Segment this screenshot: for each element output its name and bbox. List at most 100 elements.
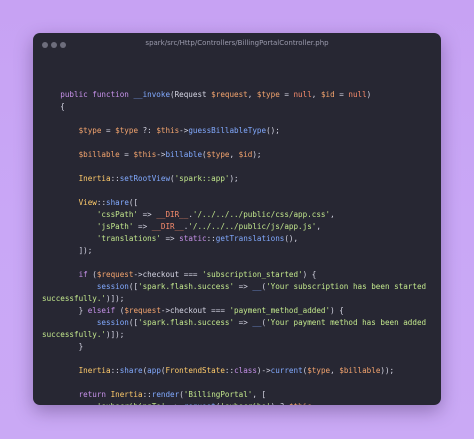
code-line: ]); xyxy=(42,245,437,257)
code-token: $id xyxy=(320,90,335,99)
code-token: setRootView xyxy=(119,174,171,183)
code-token: )); xyxy=(380,366,395,375)
code-line: { xyxy=(42,101,437,113)
code-token: :: xyxy=(206,234,216,243)
code-token: :: xyxy=(142,390,152,399)
code-token: } xyxy=(42,342,84,351)
code-token: if xyxy=(42,270,88,279)
code-line: 'translations' => static::getTranslation… xyxy=(42,233,437,245)
code-token: billable xyxy=(165,150,203,159)
code-token: (); xyxy=(266,126,280,135)
code-token: ([ xyxy=(128,198,139,207)
code-line: View::share([ xyxy=(42,197,437,209)
code-line: $type = $type ?: $this->guessBillableTyp… xyxy=(42,125,437,137)
code-token: null xyxy=(348,90,367,99)
code-token: $type xyxy=(307,366,331,375)
code-token: )-> xyxy=(256,366,271,375)
code-line: session(['spark.flash.success' => __('Yo… xyxy=(42,281,437,293)
code-token: guessBillableType xyxy=(188,126,267,135)
code-token: , xyxy=(311,90,321,99)
code-token: )]); xyxy=(106,294,125,303)
code-token: :: xyxy=(110,366,120,375)
code-token: => xyxy=(138,210,157,219)
code-token: ) { xyxy=(302,270,317,279)
code-token: :: xyxy=(110,174,120,183)
file-path-title: spark/src/Http/Controllers/BillingPortal… xyxy=(145,39,329,47)
code-token: ( xyxy=(115,306,125,315)
code-token: 'BillingPortal' xyxy=(183,390,253,399)
code-token: (Request xyxy=(170,90,212,99)
code-token: getTranslations xyxy=(215,234,285,243)
code-token: __ xyxy=(252,282,262,291)
code-token: $type xyxy=(42,126,102,135)
code-token: => xyxy=(160,234,180,243)
code-token: __DIR__ xyxy=(151,222,184,231)
code-token: elseif xyxy=(87,306,116,315)
code-token: => xyxy=(234,318,253,327)
code-token: $this xyxy=(289,402,312,405)
code-token: ) { xyxy=(330,306,344,315)
code-block[interactable]: public function __invoke(Request $reques… xyxy=(42,89,437,405)
code-token: Inertia xyxy=(42,174,111,183)
code-token: = xyxy=(119,150,134,159)
code-token: __invoke xyxy=(133,90,171,99)
code-token: $request xyxy=(211,90,248,99)
code-token: = xyxy=(334,90,349,99)
code-line: Inertia::setRootView('spark::app'); xyxy=(42,173,437,185)
code-line: 'subscribingTo' => request('subscribe') … xyxy=(42,401,437,405)
code-token: ([ xyxy=(128,318,139,327)
code-line: } elseif ($request->checkout === 'paymen… xyxy=(42,305,437,317)
code-token: share xyxy=(119,366,143,375)
code-token: return xyxy=(42,390,111,399)
code-token: 'jsPath' xyxy=(42,222,134,231)
code-token: $billable xyxy=(339,366,381,375)
code-token: current xyxy=(270,366,303,375)
code-token: '/../../../public/css/app.css' xyxy=(192,210,331,219)
code-line: session(['spark.flash.success' => __('Yo… xyxy=(42,317,437,329)
code-token: Inertia xyxy=(110,390,143,399)
code-token: __ xyxy=(252,318,262,327)
code-token: render xyxy=(151,390,180,399)
code-token: } xyxy=(42,306,88,315)
code-line: return Inertia::render('BillingPortal', … xyxy=(42,389,437,401)
code-token: 'spark.flash.success' xyxy=(138,282,235,291)
code-token: session xyxy=(42,318,129,327)
code-token: app xyxy=(147,366,161,375)
code-token: => xyxy=(234,282,253,291)
code-token: ->checkout === xyxy=(160,306,230,315)
code-token: FrontendState xyxy=(165,366,225,375)
code-line: Inertia::share(app(FrontendState::class)… xyxy=(42,365,437,377)
code-token: $type xyxy=(206,150,230,159)
code-token: ); xyxy=(252,150,262,159)
code-token: $request xyxy=(124,306,161,315)
code-token: , xyxy=(330,210,335,219)
code-token: 'Your payment method has been added xyxy=(266,318,427,327)
code-token: session xyxy=(42,282,129,291)
code-token: 'cssPath' xyxy=(42,210,139,219)
code-token: ->checkout === xyxy=(133,270,203,279)
code-line: successfully.')]); xyxy=(42,293,437,305)
window-titlebar: spark/src/Http/Controllers/BillingPortal… xyxy=(33,33,441,55)
code-token: request xyxy=(184,402,216,405)
code-token: { xyxy=(42,102,65,111)
code-token: $type xyxy=(115,126,139,135)
code-token: - xyxy=(312,402,317,405)
code-token: $id xyxy=(238,150,253,159)
code-token: Inertia xyxy=(42,366,111,375)
code-token: ); xyxy=(229,174,239,183)
code-line: successfully.')]); xyxy=(42,329,437,341)
code-token: 'subscription_started' xyxy=(202,270,303,279)
code-token: ([ xyxy=(128,282,139,291)
code-line: $billable = $this->billable($type, $id); xyxy=(42,149,437,161)
code-token: , xyxy=(229,150,239,159)
code-token: = xyxy=(101,126,116,135)
code-token: => xyxy=(133,222,152,231)
code-token: )]); xyxy=(106,330,125,339)
code-token: , [ xyxy=(252,390,267,399)
code-token: null xyxy=(293,90,312,99)
